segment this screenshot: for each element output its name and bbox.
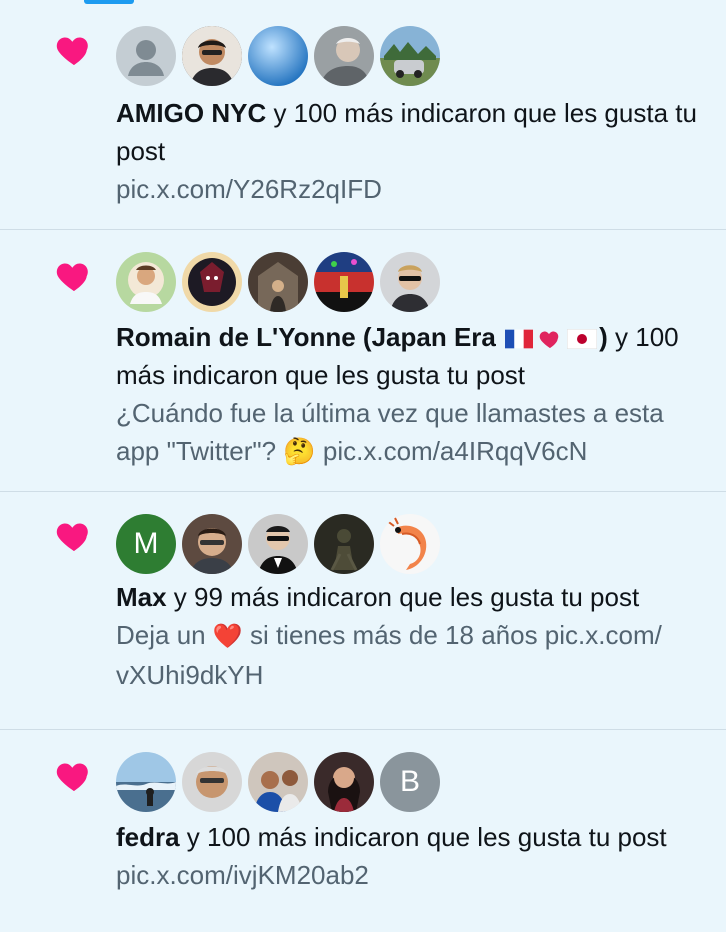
- france-flag-icon: [505, 329, 534, 349]
- heart-emoji-icon: ❤️: [212, 623, 243, 650]
- notification-item[interactable]: B fedra y 100 más indicaron que les gust…: [0, 730, 726, 932]
- thinking-emoji-icon: 🤔: [283, 436, 316, 466]
- post-link[interactable]: pic.x.com/ivjKM20ab2: [116, 856, 712, 894]
- avatar[interactable]: [248, 26, 308, 86]
- like-action-text: y 100 más indicaron que les gusta tu pos…: [179, 822, 667, 852]
- avatar[interactable]: [314, 514, 374, 574]
- notification-item[interactable]: M Max y 99 más indicaron que les gusta t…: [0, 492, 726, 730]
- heart-icon: [54, 256, 94, 296]
- avatar-group: B: [116, 752, 446, 812]
- liker-name[interactable]: AMIGO NYC: [116, 98, 266, 128]
- avatar-group: M: [116, 514, 446, 574]
- avatar-group: [116, 26, 446, 86]
- like-action-text: y 99 más indicaron que les gusta tu post: [166, 582, 640, 612]
- avatar-letter: M: [133, 527, 159, 560]
- liker-name[interactable]: Romain de L'Yonne (Japan Era ): [116, 322, 608, 352]
- avatar[interactable]: [248, 752, 308, 812]
- avatar[interactable]: M: [116, 514, 176, 574]
- avatar[interactable]: [248, 252, 308, 312]
- heart-icon: [54, 30, 94, 70]
- avatar[interactable]: [182, 26, 242, 86]
- avatar[interactable]: [314, 252, 374, 312]
- post-text[interactable]: ¿Cuándo fue la última vez que llamastes …: [116, 394, 712, 470]
- avatar[interactable]: [182, 252, 242, 312]
- avatar-letter: B: [399, 765, 420, 798]
- heart-icon: [54, 516, 94, 556]
- avatar[interactable]: [314, 752, 374, 812]
- liker-name[interactable]: fedra: [116, 822, 180, 852]
- avatar-group: [116, 252, 446, 312]
- japan-flag-icon: [567, 329, 598, 350]
- post-link[interactable]: pic.x.com/Y26Rz2qIFD: [116, 170, 712, 208]
- avatar[interactable]: [182, 752, 242, 812]
- avatar[interactable]: B: [380, 752, 440, 812]
- avatar[interactable]: [116, 752, 176, 812]
- post-text[interactable]: Deja un ❤️ si tienes más de 18 años pic.…: [116, 616, 712, 694]
- heart-emoji-icon: [539, 331, 559, 349]
- avatar[interactable]: [380, 514, 440, 574]
- notification-item[interactable]: Romain de L'Yonne (Japan Era ) y 100 más…: [0, 230, 726, 492]
- avatar[interactable]: [380, 26, 440, 86]
- liker-name[interactable]: Max: [116, 582, 167, 612]
- avatar[interactable]: [182, 514, 242, 574]
- avatar[interactable]: [248, 514, 308, 574]
- avatar[interactable]: [116, 252, 176, 312]
- avatar[interactable]: [116, 26, 176, 86]
- avatar[interactable]: [314, 26, 374, 86]
- heart-icon: [54, 756, 94, 796]
- notification-item[interactable]: AMIGO NYC y 100 más indicaron que les gu…: [0, 0, 726, 230]
- avatar[interactable]: [380, 252, 440, 312]
